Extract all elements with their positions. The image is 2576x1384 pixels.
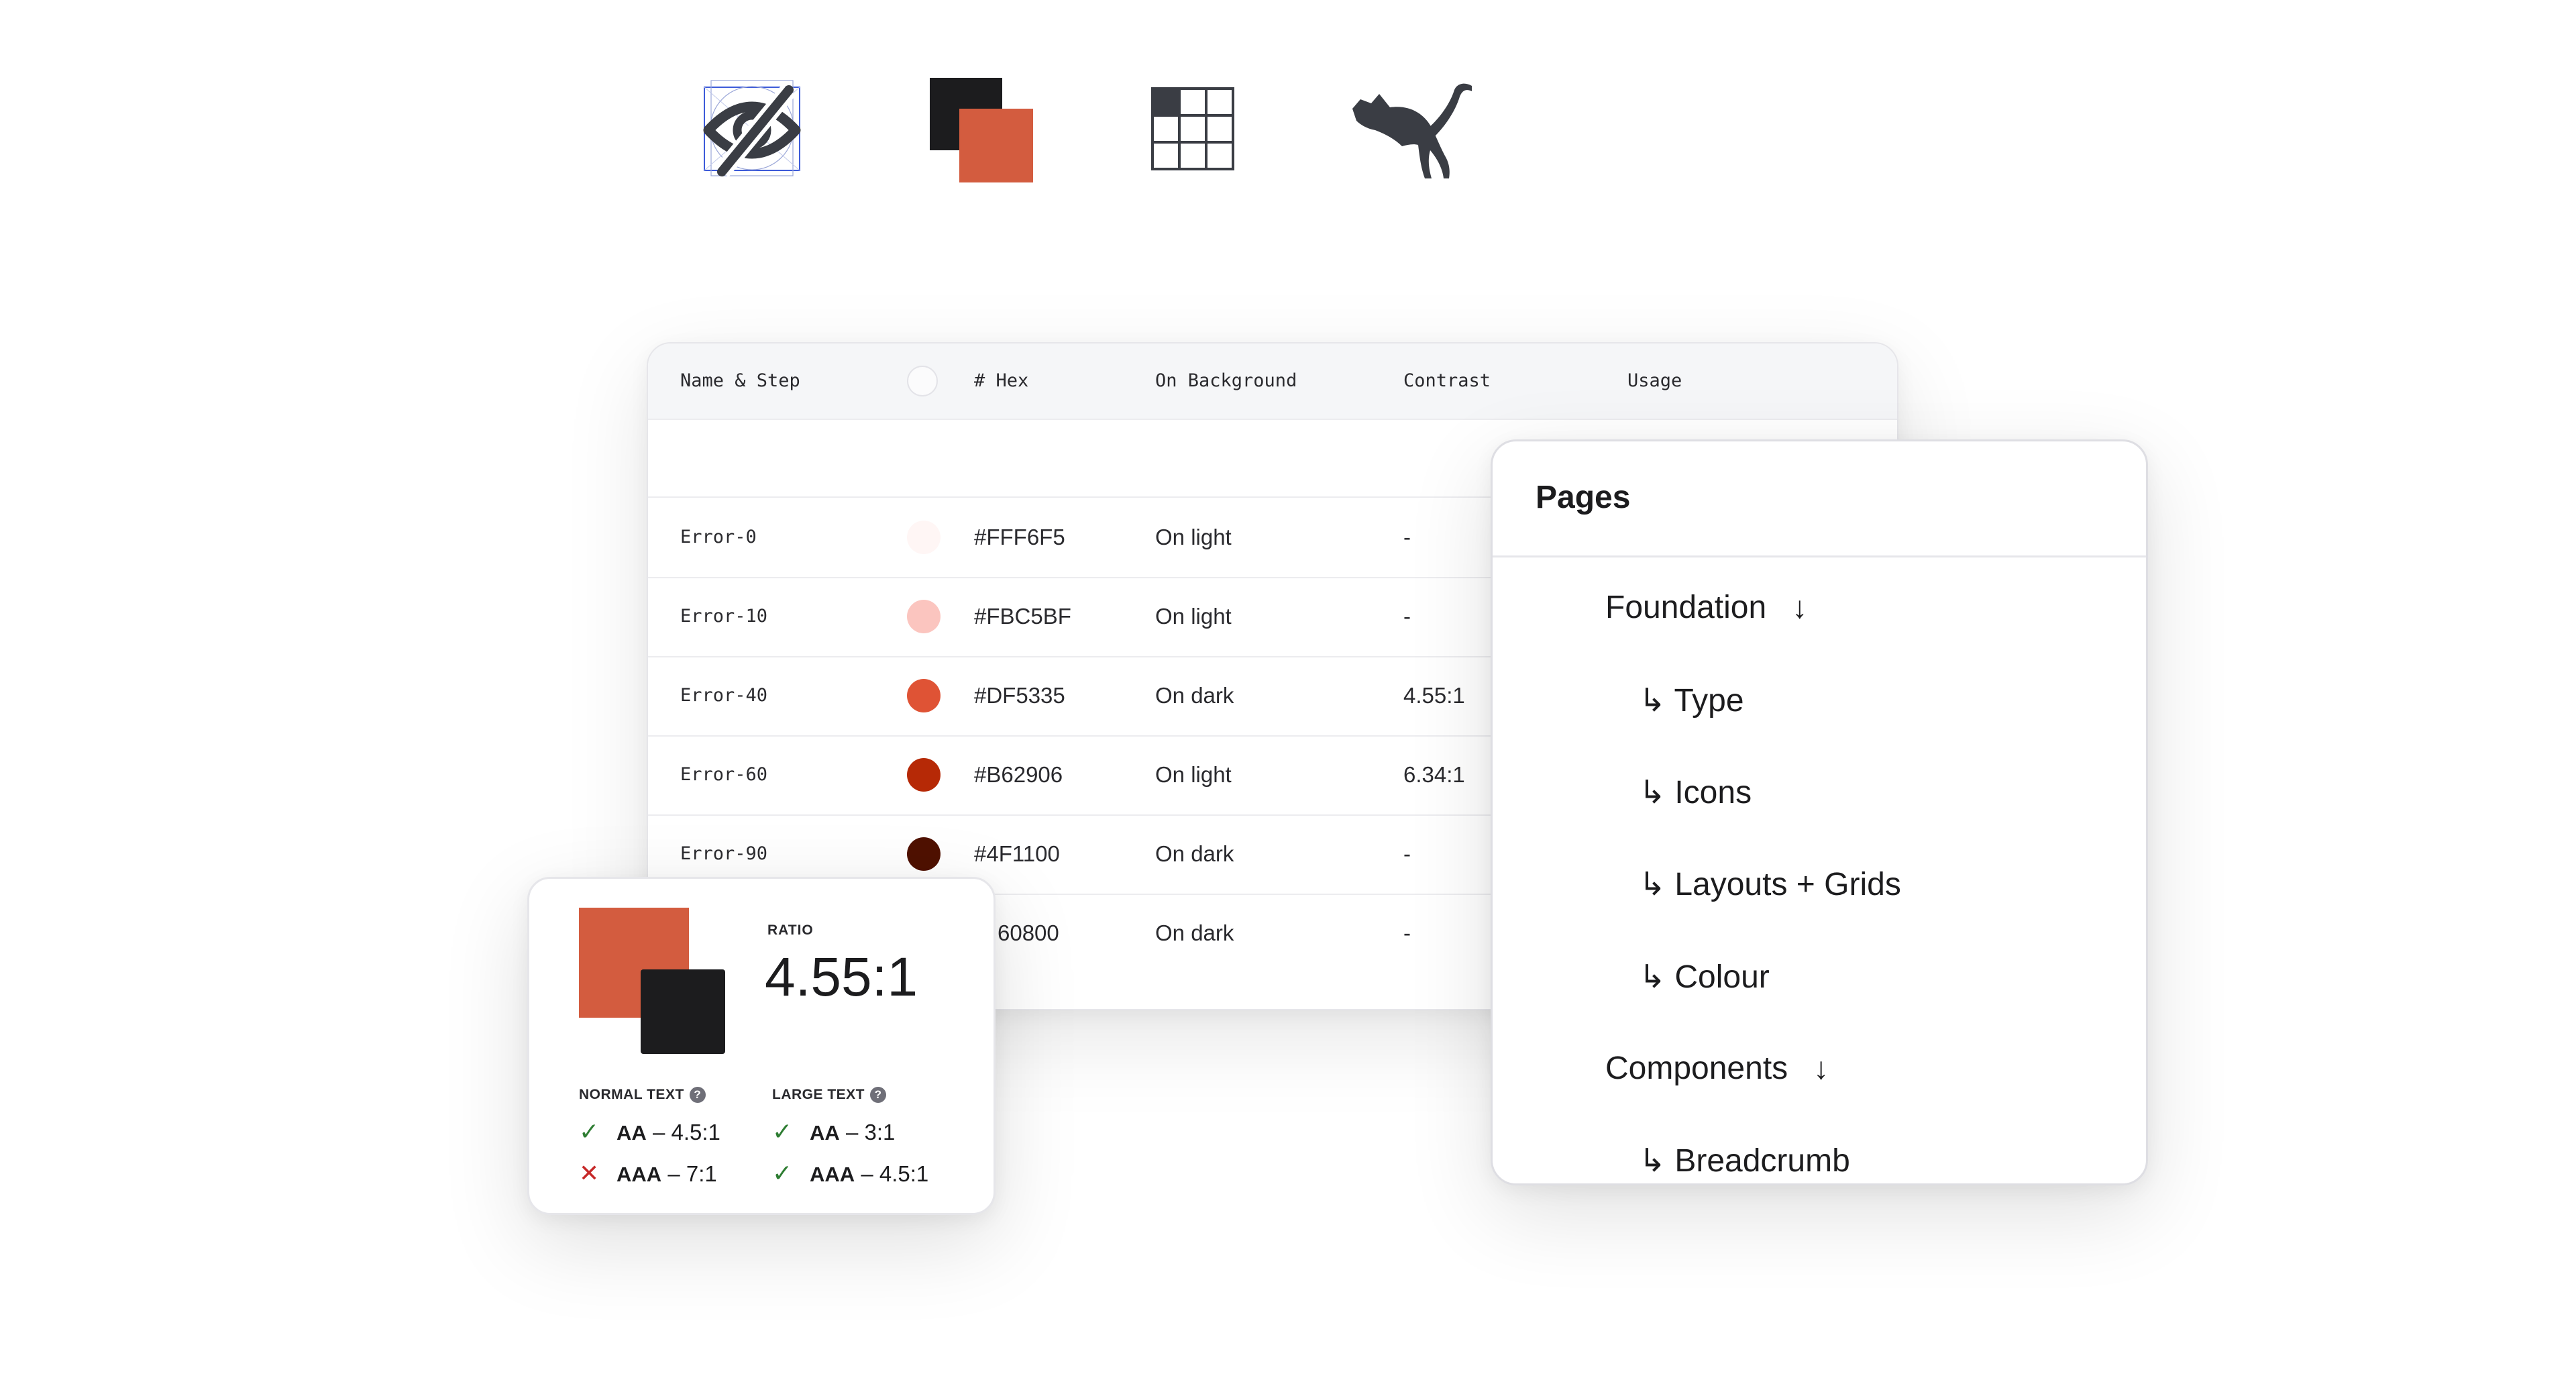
help-icon[interactable]: ? — [689, 1087, 706, 1104]
column-header-contrast: Contrast — [1403, 370, 1491, 391]
check-level: AAA — [810, 1163, 855, 1186]
color-background: On dark — [1155, 683, 1234, 708]
return-arrow-icon: ↳ — [1639, 867, 1666, 902]
color-swatch — [907, 600, 941, 633]
divider — [1493, 555, 2146, 557]
normal-text-heading: NORMAL TEXT? — [579, 1087, 706, 1104]
page-item-label: Colour — [1674, 959, 1770, 995]
return-arrow-icon: ↳ — [1639, 1143, 1666, 1179]
color-background: On dark — [1155, 841, 1234, 866]
color-background: On light — [1155, 604, 1232, 629]
color-hex: #FFF6F5 — [974, 525, 1065, 549]
check-icon: ✓ — [772, 1159, 793, 1187]
help-icon[interactable]: ? — [870, 1087, 887, 1104]
contrast-card: RATIO 4.55:1 NORMAL TEXT? ✓ AA – 4.5:1 ✕ A… — [527, 877, 996, 1215]
check-aa-large: ✓ AA – 3:1 — [772, 1118, 895, 1146]
puma-logo — [1348, 81, 1476, 181]
color-name: Error-10 — [680, 606, 768, 627]
return-arrow-icon: ↳ — [1639, 683, 1666, 718]
color-name: Error-0 — [680, 527, 757, 547]
check-icon: ✓ — [579, 1118, 600, 1145]
table-header: Name & Step # Hex On Background Contrast… — [648, 343, 1897, 420]
color-contrast: - — [1403, 841, 1411, 866]
normal-text-label: NORMAL TEXT — [579, 1087, 684, 1102]
page-item-layouts-grids[interactable]: ↳ Layouts + Grids — [1639, 865, 1901, 903]
check-level: AA — [810, 1121, 840, 1145]
check-value: – 7:1 — [667, 1161, 717, 1186]
section-label: Components — [1605, 1051, 1788, 1086]
color-overlap-icon — [930, 78, 1034, 182]
color-hex: 60800 — [998, 920, 1059, 945]
color-swatch — [907, 758, 941, 792]
check-aa-normal: ✓ AA – 4.5:1 — [579, 1118, 720, 1146]
page-item-label: Icons — [1674, 775, 1752, 810]
color-contrast: - — [1403, 920, 1411, 945]
grid-icon — [1151, 87, 1234, 170]
page-item-icons[interactable]: ↳ Icons — [1639, 774, 1752, 811]
check-value: – 4.5:1 — [652, 1120, 720, 1145]
pages-panel: Pages Foundation ↓ ↳ Type ↳ Icons ↳ Layou… — [1491, 439, 2148, 1185]
page-item-label: Breadcrumb — [1674, 1143, 1850, 1179]
pages-title: Pages — [1536, 480, 1631, 515]
ratio-value: 4.55:1 — [765, 947, 918, 1008]
page-item-type[interactable]: ↳ Type — [1639, 682, 1744, 719]
column-header-name: Name & Step — [680, 370, 800, 391]
column-header-swatch — [907, 366, 938, 396]
return-arrow-icon: ↳ — [1639, 775, 1666, 810]
color-contrast: 4.55:1 — [1403, 683, 1465, 708]
column-header-background: On Background — [1155, 370, 1297, 391]
large-text-heading: LARGE TEXT? — [772, 1087, 887, 1104]
color-swatch — [907, 837, 941, 871]
check-value: – 4.5:1 — [861, 1161, 929, 1186]
return-arrow-icon: ↳ — [1639, 959, 1666, 995]
color-background: On light — [1155, 525, 1232, 549]
column-header-usage: Usage — [1627, 370, 1682, 391]
color-hex: #B62906 — [974, 762, 1063, 787]
color-hex: #DF5335 — [974, 683, 1065, 708]
page-section-foundation[interactable]: Foundation ↓ — [1605, 589, 1807, 626]
page-item-breadcrumb[interactable]: ↳ Breadcrumb — [1639, 1142, 1850, 1179]
page-item-colour[interactable]: ↳ Colour — [1639, 958, 1770, 996]
color-background: On dark — [1155, 920, 1234, 945]
check-value: – 3:1 — [845, 1120, 896, 1145]
page-item-label: Layouts + Grids — [1674, 867, 1901, 902]
cross-icon: ✕ — [579, 1159, 600, 1187]
ratio-label: RATIO — [767, 922, 814, 938]
check-aaa-normal: ✕ AAA – 7:1 — [579, 1159, 717, 1187]
check-level: AA — [616, 1121, 647, 1145]
color-contrast: 6.34:1 — [1403, 762, 1465, 787]
eye-slash-icon — [702, 78, 802, 178]
color-hex: #FBC5BF — [974, 604, 1071, 629]
color-background: On light — [1155, 762, 1232, 787]
page-section-components[interactable]: Components ↓ — [1605, 1050, 1829, 1087]
color-name: Error-40 — [680, 685, 768, 706]
check-level: AAA — [616, 1163, 662, 1186]
color-swatch — [907, 521, 941, 554]
arrow-down-icon[interactable]: ↓ — [1792, 590, 1807, 625]
column-header-hex: # Hex — [974, 370, 1029, 391]
color-contrast: - — [1403, 525, 1411, 549]
section-label: Foundation — [1605, 590, 1767, 625]
color-contrast: - — [1403, 604, 1411, 629]
page-item-label: Type — [1674, 683, 1744, 718]
color-swatch — [907, 679, 941, 712]
check-aaa-large: ✓ AAA – 4.5:1 — [772, 1159, 928, 1187]
check-icon: ✓ — [772, 1118, 793, 1145]
arrow-down-icon[interactable]: ↓ — [1813, 1051, 1829, 1085]
contrast-preview-swatch — [579, 908, 725, 1054]
color-name: Error-60 — [680, 764, 768, 785]
large-text-label: LARGE TEXT — [772, 1087, 865, 1102]
